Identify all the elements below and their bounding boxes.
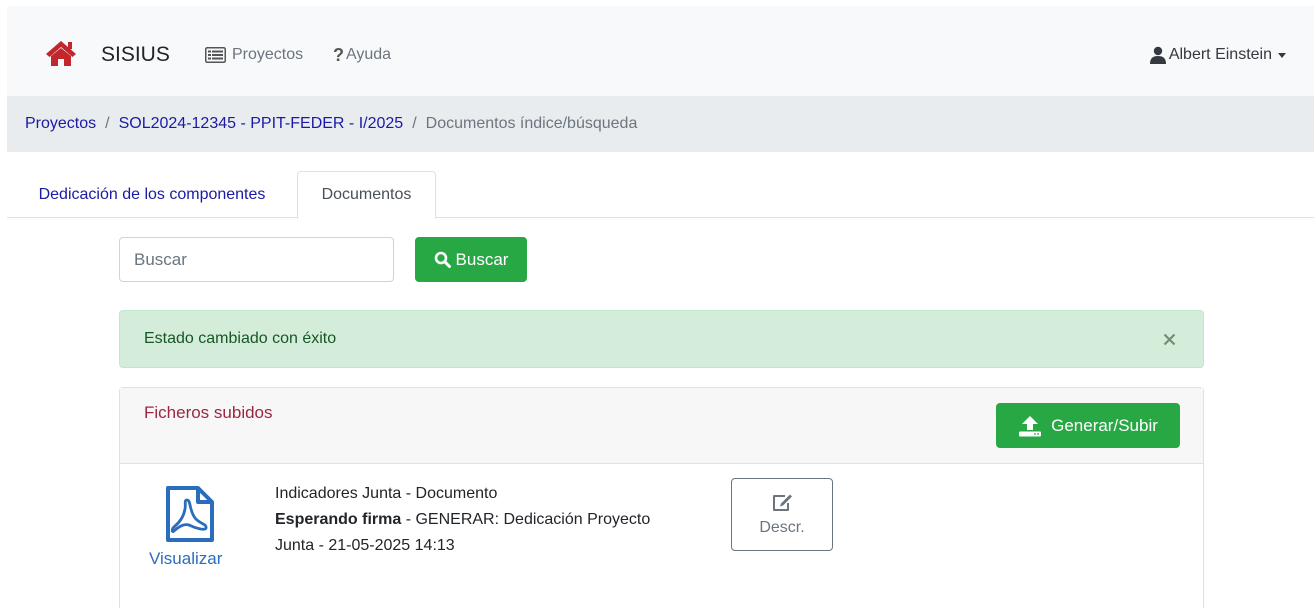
- brand-link[interactable]: SISIUS: [101, 42, 170, 68]
- alert-message: Estado cambiado con éxito: [144, 330, 337, 347]
- list-item: Visualizar Indicadores Junta - Documento…: [120, 465, 1203, 605]
- user-name: Albert Einstein: [1168, 46, 1272, 63]
- breadcrumb-item-project[interactable]: SOL2024-12345 - PPIT-FEDER - I/2025: [119, 115, 404, 133]
- files-card-header: Ficheros subidos Generar/Subir: [120, 388, 1203, 464]
- files-card-title: Ficheros subidos: [144, 403, 273, 422]
- search-icon: [434, 251, 451, 268]
- description-button[interactable]: Descr.: [731, 478, 833, 551]
- breadcrumb-item-proyectos[interactable]: Proyectos: [25, 115, 96, 133]
- success-alert: Estado cambiado con éxito: [119, 310, 1204, 368]
- nav-proyectos-link[interactable]: Proyectos: [205, 44, 303, 66]
- caret-down-icon: [1278, 52, 1286, 58]
- document-detail-2: Junta - 21-05-2025 14:13: [275, 537, 455, 554]
- home-icon[interactable]: [45, 39, 77, 67]
- close-icon[interactable]: [1161, 330, 1177, 348]
- search-input[interactable]: [119, 237, 394, 282]
- search-button-label: Buscar: [455, 249, 509, 269]
- breadcrumb: Proyectos / SOL2024-12345 - PPIT-FEDER -…: [7, 96, 1314, 152]
- view-document-label: Visualizar: [149, 549, 223, 568]
- view-document-link[interactable]: Visualizar: [146, 483, 236, 573]
- document-name: Indicadores Junta - Documento: [275, 485, 498, 502]
- nav-ayuda-link[interactable]: ? Ayuda: [333, 44, 391, 66]
- document-detail-1: - GENERAR: Dedicación Proyecto: [401, 511, 651, 528]
- list-icon: [205, 47, 226, 63]
- files-card: Ficheros subidos Generar/Subir Visualiza…: [119, 387, 1204, 608]
- tab-bar: Dedicación de los componentes Documentos: [7, 171, 1314, 219]
- tab-documentos[interactable]: Documentos: [297, 171, 436, 219]
- document-status-line: Esperando firma - GENERAR: Dedicación Pr…: [275, 507, 650, 533]
- breadcrumb-separator: /: [412, 115, 417, 132]
- edit-icon: [773, 494, 792, 511]
- upload-icon: [1019, 415, 1042, 436]
- generate-upload-label: Generar/Subir: [1051, 415, 1158, 435]
- nav-proyectos-label: Proyectos: [232, 46, 304, 63]
- document-state: Esperando firma: [275, 511, 402, 528]
- search-button[interactable]: Buscar: [415, 237, 527, 282]
- generate-upload-button[interactable]: Generar/Subir: [996, 403, 1180, 448]
- breadcrumb-separator: /: [105, 115, 110, 132]
- user-icon: [1149, 46, 1166, 64]
- question-icon: ?: [333, 45, 344, 65]
- top-navbar: SISIUS Proyectos ? Ayuda Albert Einstein: [7, 6, 1314, 96]
- pdf-file-icon: [166, 486, 214, 542]
- user-menu-dropdown[interactable]: Albert Einstein: [1149, 44, 1286, 66]
- tab-dedicacion[interactable]: Dedicación de los componentes: [7, 171, 297, 218]
- document-info: Indicadores Junta - Documento Esperando …: [275, 481, 650, 559]
- breadcrumb-current: Documentos índice/búsqueda: [425, 115, 638, 132]
- description-button-label: Descr.: [759, 518, 805, 536]
- nav-ayuda-label: Ayuda: [346, 46, 392, 63]
